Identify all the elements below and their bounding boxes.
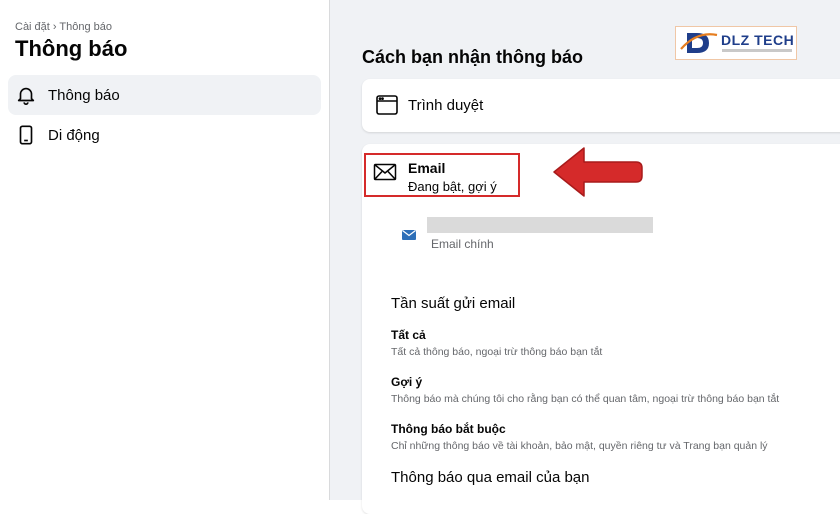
sidebar: Cài đặt › Thông báo Thông báo Thông báo … [0, 0, 330, 500]
frequency-option-required[interactable]: Thông báo bắt buộc [391, 422, 506, 436]
frequency-option-desc: Chỉ những thông báo về tài khoản, bảo mậ… [391, 440, 768, 452]
frequency-option-suggested[interactable]: Gợi ý [391, 375, 422, 389]
bell-icon [14, 83, 38, 107]
logo-text: DLZ TECH [721, 32, 795, 48]
frequency-option-desc: Tất cả thông báo, ngoại trừ thông báo bạ… [391, 346, 603, 358]
sidebar-item-label: Thông báo [48, 86, 120, 104]
red-arrow-icon [548, 140, 644, 209]
sidebar-item-notifications[interactable]: Thông báo [8, 75, 321, 115]
browser-label: Trình duyệt [408, 97, 484, 114]
page-title: Thông báo [15, 36, 128, 61]
sidebar-item-mobile[interactable]: Di động [8, 115, 321, 155]
browser-window-icon [375, 94, 399, 121]
breadcrumb[interactable]: Cài đặt › Thông báo [15, 21, 112, 33]
frequency-option-all[interactable]: Tất cả [391, 328, 426, 342]
main-content: Cách bạn nhận thông báo Trình duyệt Emai… [330, 0, 840, 514]
primary-email-label: Email chính [431, 237, 494, 251]
browser-notifications-row[interactable]: Trình duyệt [362, 79, 840, 132]
frequency-heading: Tần suất gửi email [391, 295, 516, 312]
sidebar-item-label: Di động [48, 126, 100, 144]
logo-tagline [722, 49, 792, 52]
email-address-redacted [427, 217, 653, 233]
frequency-option-desc: Thông báo mà chúng tôi cho rằng bạn có t… [391, 393, 780, 405]
email-title[interactable]: Email [408, 160, 445, 176]
envelope-icon [373, 163, 397, 186]
mail-icon [402, 227, 416, 245]
your-email-notifications-heading: Thông báo qua email của bạn [391, 469, 590, 486]
email-status: Đang bật, gợi ý [408, 179, 497, 194]
section-title: Cách bạn nhận thông báo [362, 47, 583, 67]
mobile-phone-icon [14, 123, 38, 147]
dlz-tech-logo: DLZ TECH [675, 26, 797, 60]
settings-window: Cài đặt › Thông báo Thông báo Thông báo … [0, 0, 840, 514]
logo-mark-icon [679, 29, 719, 62]
